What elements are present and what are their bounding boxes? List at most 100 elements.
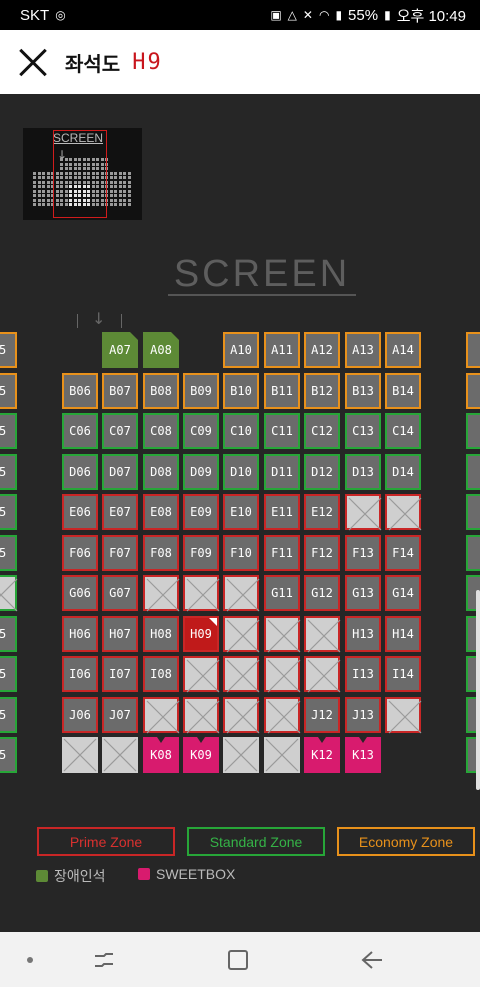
seat-h06[interactable]: H06 [62,615,98,652]
seat-h13[interactable]: H13 [345,615,381,652]
seat-a10[interactable]: A10 [223,332,259,368]
seat-d12[interactable]: D12 [304,453,340,490]
seat-05[interactable]: 05 [0,413,17,449]
seat-a08[interactable]: A08 [143,332,179,368]
recent-apps-icon[interactable] [92,950,116,970]
seat-sold [264,737,300,773]
seat-a13[interactable]: A13 [345,332,381,368]
seat-a11[interactable]: A11 [264,332,300,368]
seat-b08[interactable]: B08 [143,372,179,409]
seat-05[interactable]: 05 [0,696,17,733]
seat-j06[interactable]: J06 [62,696,98,733]
seat-05[interactable]: 05 [0,534,17,571]
seat-label: 05 [0,424,7,438]
seat-a14[interactable]: A14 [385,332,421,368]
seat-h07[interactable]: H07 [102,615,138,652]
seat-d09[interactable]: D09 [183,453,219,490]
home-icon[interactable] [228,950,248,970]
seat-d13[interactable]: D13 [345,453,381,490]
seat-d08[interactable]: D08 [143,453,179,490]
seat-j12[interactable]: J12 [304,696,340,733]
seat-j07[interactable]: J07 [102,696,138,733]
seat-f13[interactable]: F13 [345,534,381,571]
seat-c10[interactable]: C10 [223,413,259,449]
seat-k12[interactable]: K12 [304,737,340,773]
seat-d14[interactable]: D14 [385,453,421,490]
seat-05[interactable]: 05 [0,494,17,530]
seat-b07[interactable]: B07 [102,372,138,409]
seat-f[interactable]: F [466,534,480,571]
seat-b13[interactable]: B13 [345,372,381,409]
seat-label: F12 [311,545,333,560]
seat-h14[interactable]: H14 [385,615,421,652]
seat-05[interactable]: 05 [0,453,17,490]
seat-c[interactable]: C [466,413,480,449]
seat-e07[interactable]: E07 [102,494,138,530]
seat-g11[interactable]: G11 [264,575,300,611]
seat-k09[interactable]: K09 [183,737,219,773]
seat-b09[interactable]: B09 [183,372,219,409]
scrollbar[interactable] [476,590,480,790]
seat-d10[interactable]: D10 [223,453,259,490]
seat-e08[interactable]: E08 [143,494,179,530]
seat-i14[interactable]: I14 [385,656,421,692]
seat-05[interactable]: 05 [0,737,17,773]
seat-k13[interactable]: K13 [345,737,381,773]
seat-f07[interactable]: F07 [102,534,138,571]
seat-05[interactable]: 05 [0,332,17,368]
seat-a07[interactable]: A07 [102,332,138,368]
seat-i06[interactable]: I06 [62,656,98,692]
seat-b10[interactable]: B10 [223,372,259,409]
seat-f09[interactable]: F09 [183,534,219,571]
seat-b11[interactable]: B11 [264,372,300,409]
seat-k08[interactable]: K08 [143,737,179,773]
seat-g14[interactable]: G14 [385,575,421,611]
seat-i07[interactable]: I07 [102,656,138,692]
seat-c12[interactable]: C12 [304,413,340,449]
seat-c06[interactable]: C06 [62,413,98,449]
seat-label: C14 [392,424,414,438]
seat-g06[interactable]: G06 [62,575,98,611]
seat-j13[interactable]: J13 [345,696,381,733]
seat-b06[interactable]: B06 [62,372,98,409]
seat-g07[interactable]: G07 [102,575,138,611]
seat-05[interactable]: 05 [0,372,17,409]
seat-05[interactable]: 05 [0,615,17,652]
seat-e10[interactable]: E10 [223,494,259,530]
seat-c07[interactable]: C07 [102,413,138,449]
seat-f12[interactable]: F12 [304,534,340,571]
seat-f06[interactable]: F06 [62,534,98,571]
seat-d07[interactable]: D07 [102,453,138,490]
seat-g13[interactable]: G13 [345,575,381,611]
seat-c08[interactable]: C08 [143,413,179,449]
back-icon[interactable] [360,949,384,971]
seat-f11[interactable]: F11 [264,534,300,571]
seat-c09[interactable]: C09 [183,413,219,449]
seat-e09[interactable]: E09 [183,494,219,530]
seat-05[interactable]: 05 [0,656,17,692]
seat-e[interactable]: E [466,494,480,530]
seat-d06[interactable]: D06 [62,453,98,490]
seat-d11[interactable]: D11 [264,453,300,490]
seat-f10[interactable]: F10 [223,534,259,571]
seat-d[interactable]: D [466,453,480,490]
seat-i08[interactable]: I08 [143,656,179,692]
seat-h08[interactable]: H08 [143,615,179,652]
seat-e06[interactable]: E06 [62,494,98,530]
seat-e11[interactable]: E11 [264,494,300,530]
seat-e12[interactable]: E12 [304,494,340,530]
nav-dot-icon[interactable] [27,957,33,963]
seat-c11[interactable]: C11 [264,413,300,449]
seat-a[interactable]: A [466,332,480,368]
seat-b[interactable]: B [466,372,480,409]
seat-f14[interactable]: F14 [385,534,421,571]
seat-c14[interactable]: C14 [385,413,421,449]
seat-a12[interactable]: A12 [304,332,340,368]
seat-g12[interactable]: G12 [304,575,340,611]
seat-c13[interactable]: C13 [345,413,381,449]
seat-b12[interactable]: B12 [304,372,340,409]
seat-i13[interactable]: I13 [345,656,381,692]
seat-h09[interactable]: H09 [183,615,219,652]
seat-f08[interactable]: F08 [143,534,179,571]
seat-b14[interactable]: B14 [385,372,421,409]
